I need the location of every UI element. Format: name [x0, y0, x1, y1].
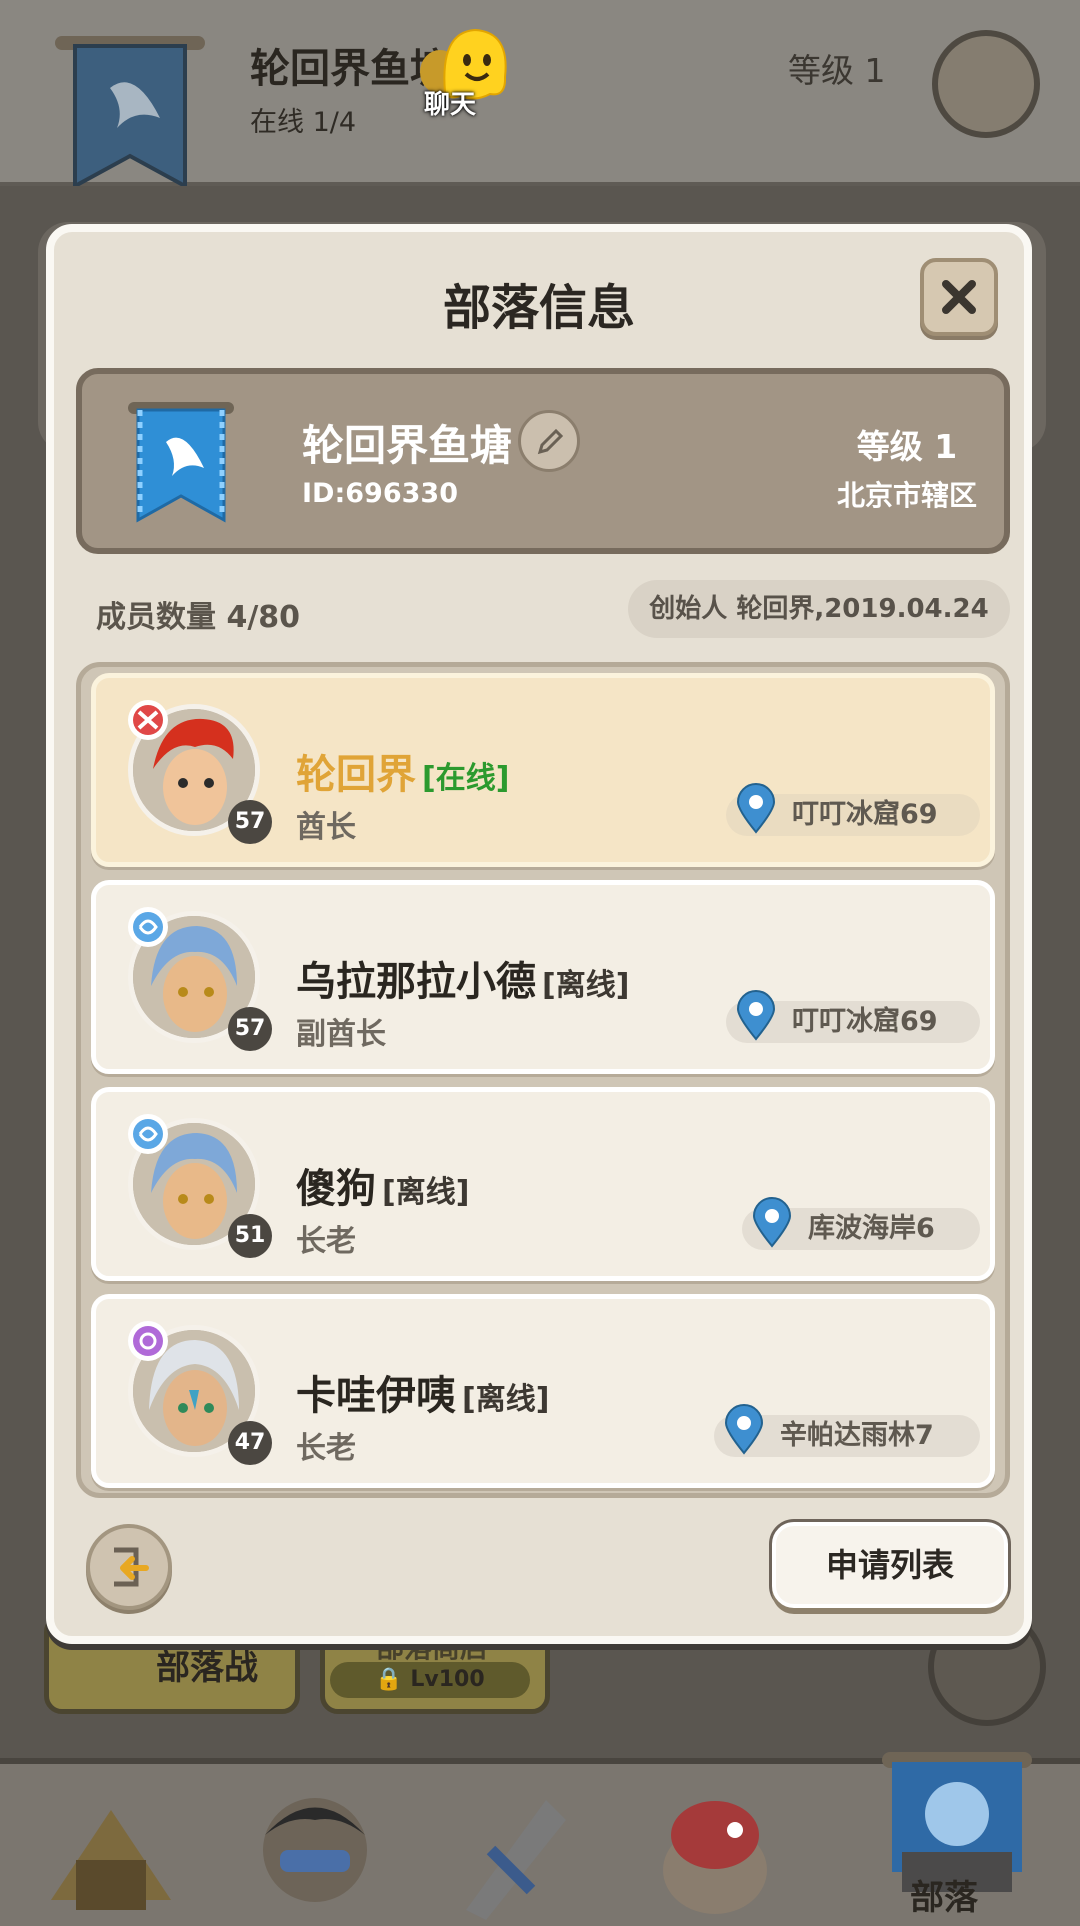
member-avatar: 57	[128, 907, 272, 1051]
tribe-level: 等级 1	[856, 427, 958, 466]
member-status: [离线]	[462, 1382, 550, 1417]
leave-tribe-button[interactable]	[86, 1524, 172, 1610]
pencil-icon	[537, 428, 564, 455]
tribe-banner-icon	[55, 36, 205, 190]
member-level-badge: 47	[228, 1421, 272, 1465]
member-row[interactable]: 57 轮回界 [在线] 酋长 叮叮冰窟69	[91, 673, 995, 867]
member-row[interactable]: 51 傻狗 [离线] 长老 库波海岸6	[91, 1087, 995, 1281]
tribe-shop-lock-level: 🔒 Lv100	[330, 1662, 530, 1698]
class-warrior-icon	[128, 700, 168, 740]
member-name-text: 卡哇伊咦	[296, 1373, 456, 1419]
member-level-badge: 51	[228, 1214, 272, 1258]
exit-arrow-icon	[114, 1547, 149, 1587]
tribe-location: 北京市辖区	[836, 479, 977, 512]
member-location-text: 叮叮冰窟69	[792, 1006, 938, 1037]
location-pin-icon	[724, 1404, 764, 1455]
member-status: [离线]	[542, 968, 630, 1003]
tribe-id: ID:696330	[302, 478, 458, 509]
bg-tribe-level: 等级 1	[788, 51, 886, 90]
player-avatar[interactable]	[932, 30, 1040, 138]
nav-equipment-icon[interactable]	[436, 1780, 586, 1920]
member-name: 乌拉那拉小德 [离线]	[296, 949, 629, 1007]
member-name-text: 轮回界	[296, 752, 416, 798]
tribe-name: 轮回界鱼塘	[302, 421, 513, 470]
member-name: 轮回界 [在线]	[296, 742, 509, 800]
nav-hut-icon[interactable]	[36, 1780, 186, 1920]
member-role: 长老	[296, 1431, 356, 1466]
member-level-badge: 57	[228, 800, 272, 844]
lock-level-text: Lv100	[410, 1667, 485, 1692]
member-location-text: 库波海岸6	[808, 1213, 935, 1244]
member-list[interactable]: 57 轮回界 [在线] 酋长 叮叮冰窟69 57 乌拉那拉小德 [离线] 副酋长…	[76, 662, 1010, 1498]
member-location: 叮叮冰窟69	[726, 783, 980, 836]
member-name: 卡哇伊咦 [离线]	[296, 1363, 549, 1421]
tribe-info-dialog: 部落信息 轮回界鱼塘 ID:696330 等级 1 北京市辖区 成员数量 4/8…	[46, 224, 1032, 1644]
member-location-text: 辛帕达雨林7	[780, 1420, 934, 1451]
member-name-text: 乌拉那拉小德	[296, 959, 536, 1005]
member-avatar: 47	[128, 1321, 272, 1465]
nav-hero-icon[interactable]	[240, 1780, 390, 1920]
tribe-banner-icon	[128, 402, 234, 523]
member-role: 酋长	[296, 810, 356, 845]
member-status: [在线]	[422, 761, 510, 796]
nav-tribe-label[interactable]: 部落	[910, 1870, 978, 1919]
member-row[interactable]: 57 乌拉那拉小德 [离线] 副酋长 叮叮冰窟69	[91, 880, 995, 1074]
member-location-text: 叮叮冰窟69	[792, 799, 938, 830]
member-location: 叮叮冰窟69	[726, 990, 980, 1043]
class-mystic-icon	[128, 1321, 168, 1361]
dialog-title: 部落信息	[442, 280, 635, 336]
founder-info: 创始人 轮回界,2019.04.24	[628, 580, 1010, 638]
tribe-summary-card: 轮回界鱼塘 ID:696330 等级 1 北京市辖区	[76, 368, 1010, 554]
nav-pet-icon[interactable]	[640, 1780, 790, 1920]
member-level-badge: 57	[228, 1007, 272, 1051]
bg-online-count: 在线 1/4	[250, 107, 357, 138]
member-location: 库波海岸6	[742, 1197, 980, 1250]
class-water-icon	[128, 1114, 168, 1154]
apply-list-button[interactable]: 申请列表	[772, 1522, 1008, 1608]
member-role: 长老	[296, 1224, 356, 1259]
lock-icon: 🔒	[375, 1667, 403, 1692]
member-status: [离线]	[382, 1175, 470, 1210]
location-pin-icon	[736, 990, 776, 1041]
close-icon	[942, 280, 976, 314]
chat-label[interactable]: 聊天	[424, 84, 476, 121]
member-avatar: 51	[128, 1114, 272, 1258]
edit-tribe-name-button[interactable]	[518, 410, 580, 472]
member-name-text: 傻狗	[296, 1166, 376, 1212]
class-water-icon	[128, 907, 168, 947]
member-location: 辛帕达雨林7	[714, 1404, 980, 1457]
location-pin-icon	[736, 783, 776, 834]
member-avatar: 57	[128, 700, 272, 844]
location-pin-icon	[752, 1197, 792, 1248]
member-count: 成员数量 4/80	[96, 600, 301, 635]
member-name: 傻狗 [离线]	[296, 1156, 469, 1214]
member-role: 副酋长	[296, 1017, 386, 1052]
member-row[interactable]: 47 卡哇伊咦 [离线] 长老 辛帕达雨林7	[91, 1294, 995, 1488]
tribe-war-label: 部落战	[156, 1648, 258, 1688]
close-button[interactable]	[920, 258, 998, 336]
